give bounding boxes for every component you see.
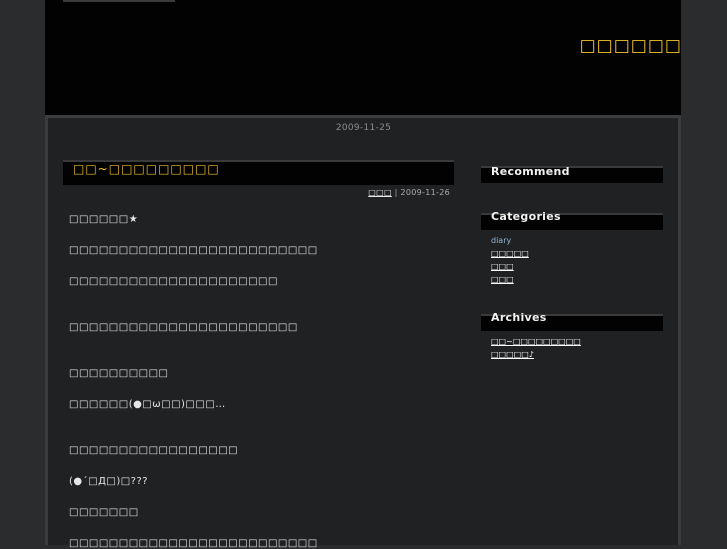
archive-link[interactable]: □□□□□♪ (491, 350, 534, 359)
entry-paragraph: □□□□□□□□□□□□□□□□□□□□□□□□□ (69, 538, 318, 549)
entry-category-link[interactable]: □□□ (368, 188, 392, 197)
entry-paragraph: □□□□□□★ (69, 214, 139, 225)
category-link[interactable]: □□□□□ (491, 249, 529, 258)
entry-date: 2009-11-26 (400, 188, 450, 197)
archives-heading: Archives (491, 311, 547, 324)
category-link-diary[interactable]: diary (491, 236, 511, 245)
entry-paragraph: □□□□□□□□□□□□□□□□□ (69, 445, 239, 456)
site-header (45, 0, 681, 118)
entry-paragraph: □□□□□□(●□ω□□)□□□… (69, 399, 226, 410)
entry-paragraph: (●´□Д□)□??? (69, 476, 149, 487)
date-heading: 2009-11-25 (335, 123, 392, 133)
entry-paragraph: □□□□□□□ (69, 507, 139, 518)
entry-paragraph: □□□□□□□□□□ (69, 368, 169, 379)
entry-paragraph: □□□□□□□□□□□□□□□□□□□□□ (69, 276, 278, 287)
header-top-line (63, 0, 175, 2)
category-link[interactable]: □□□ (491, 262, 514, 271)
recommend-heading: Recommend (491, 165, 570, 178)
entry-paragraph: □□□□□□□□□□□□□□□□□□□□□□□ (69, 322, 298, 333)
entry-meta-separator: | (391, 188, 401, 197)
entry-title[interactable]: □□~□□□□□□□□□ (73, 162, 220, 176)
entry-meta: □□□ | 2009-11-26 (368, 188, 450, 197)
category-link[interactable]: □□□ (491, 275, 514, 284)
categories-heading: Categories (491, 210, 561, 223)
entry-paragraph: □□□□□□□□□□□□□□□□□□□□□□□□□ (69, 245, 318, 256)
site-title[interactable]: □□□□□□ (580, 36, 682, 56)
archive-link[interactable]: □□~□□□□□□□□□ (491, 337, 581, 346)
